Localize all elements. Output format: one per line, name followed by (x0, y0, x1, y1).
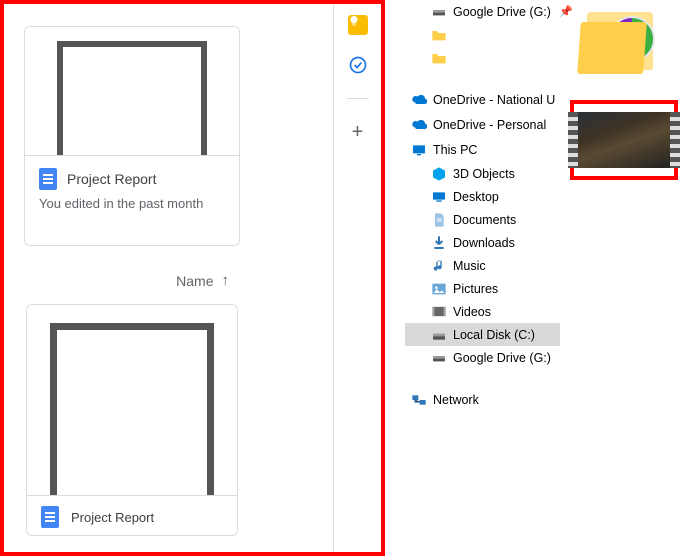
doc-icon (431, 212, 447, 228)
tree-item-desktop[interactable]: Desktop (405, 185, 560, 208)
column-header-label: Name (176, 273, 213, 289)
tree-item-gdrive-quick[interactable]: Google Drive (G:)📌 (405, 0, 560, 23)
explorer-tree: Google Drive (G:)📌 ›OneDrive - National U… (405, 0, 560, 412)
tree-gap (405, 69, 560, 87)
tree-item-label: Network (433, 393, 479, 407)
drive-panel-highlight-frame: Project Report You edited in the past mo… (0, 0, 385, 556)
drive-side-panel: + (333, 4, 381, 552)
folder-thumbnail[interactable] (573, 6, 668, 84)
tree-item-label: Google Drive (G:) (453, 351, 551, 365)
desktop-icon (431, 189, 447, 205)
tree-item-label: This PC (433, 143, 477, 157)
tree-item-localdisk[interactable]: Local Disk (C:) (405, 323, 560, 346)
tree-item-label: Music (453, 259, 486, 273)
onedrive-icon (411, 92, 427, 108)
tree-item-3dobjects[interactable]: 3D Objects (405, 162, 560, 185)
doc-frame-graphic (57, 41, 207, 155)
side-panel-divider (347, 98, 369, 99)
music-icon (431, 258, 447, 274)
pin-icon: 📌 (559, 5, 573, 18)
add-addon-button[interactable]: + (347, 121, 369, 143)
tree-item-videos[interactable]: Videos (405, 300, 560, 323)
folder-icon (431, 50, 447, 66)
tree-item-downloads[interactable]: Downloads (405, 231, 560, 254)
google-docs-icon (39, 168, 57, 190)
file-preview (27, 305, 237, 495)
explorer-panel: Google Drive (G:)📌›OneDrive - National U… (395, 0, 693, 556)
tree-item-onedrive-per[interactable]: ›OneDrive - Personal (405, 112, 560, 137)
plus-icon: + (352, 121, 364, 144)
file-title: Project Report (71, 510, 154, 525)
tree-item-label: OneDrive - National U (433, 93, 555, 107)
tree-item-qf2[interactable] (405, 46, 560, 69)
tree-item-label: 3D Objects (453, 167, 515, 181)
pic-icon (431, 281, 447, 297)
video-filmstrip-icon (578, 112, 670, 168)
drive-icon (431, 4, 447, 20)
tree-item-network[interactable]: ›Network (405, 387, 560, 412)
onedrive-icon (411, 117, 427, 133)
file-title-row: Project Report (27, 495, 237, 536)
tasks-icon[interactable] (347, 54, 369, 76)
drive-icon (431, 350, 447, 366)
tree-item-onedrive-nat[interactable]: ›OneDrive - National U (405, 87, 560, 112)
google-docs-icon (41, 506, 59, 528)
tree-item-qf1[interactable] (405, 23, 560, 46)
tree-item-pictures[interactable]: Pictures (405, 277, 560, 300)
tree-item-label: Documents (453, 213, 516, 227)
file-card[interactable]: Project Report (26, 304, 238, 536)
sort-arrow-up-icon: ↑ (222, 272, 230, 289)
tree-item-label: Videos (453, 305, 491, 319)
keep-icon[interactable] (347, 14, 369, 36)
tree-item-music[interactable]: Music (405, 254, 560, 277)
doc-frame-graphic (50, 323, 214, 495)
disk-icon (431, 327, 447, 343)
vid-icon (431, 304, 447, 320)
drive-main-area: Project Report You edited in the past mo… (4, 4, 329, 552)
suggested-file-subtitle: You edited in the past month (39, 196, 225, 211)
suggested-file-preview (25, 27, 239, 155)
tree-gap (405, 369, 560, 387)
folder-icon (431, 27, 447, 43)
3d-icon (431, 166, 447, 182)
tree-item-label: OneDrive - Personal (433, 118, 546, 132)
tree-item-label: Google Drive (G:) (453, 5, 551, 19)
suggested-file-meta: Project Report You edited in the past mo… (25, 155, 239, 221)
tree-item-thispc[interactable]: ⌄This PC (405, 137, 560, 162)
tree-item-gdrive-g[interactable]: Google Drive (G:) (405, 346, 560, 369)
down-icon (431, 235, 447, 251)
tree-item-documents[interactable]: Documents (405, 208, 560, 231)
suggested-file-title: Project Report (67, 171, 156, 187)
tree-item-label: Local Disk (C:) (453, 328, 535, 342)
tree-item-label: Pictures (453, 282, 498, 296)
net-icon (411, 392, 427, 408)
suggested-file-card[interactable]: Project Report You edited in the past mo… (24, 26, 240, 246)
column-header-name[interactable]: Name ↑ (24, 272, 229, 289)
tree-item-label: Desktop (453, 190, 499, 204)
folder-front-icon (577, 22, 647, 74)
tree-item-label: Downloads (453, 236, 515, 250)
pc-icon (411, 142, 427, 158)
video-thumbnail-highlight-frame[interactable] (570, 100, 678, 180)
